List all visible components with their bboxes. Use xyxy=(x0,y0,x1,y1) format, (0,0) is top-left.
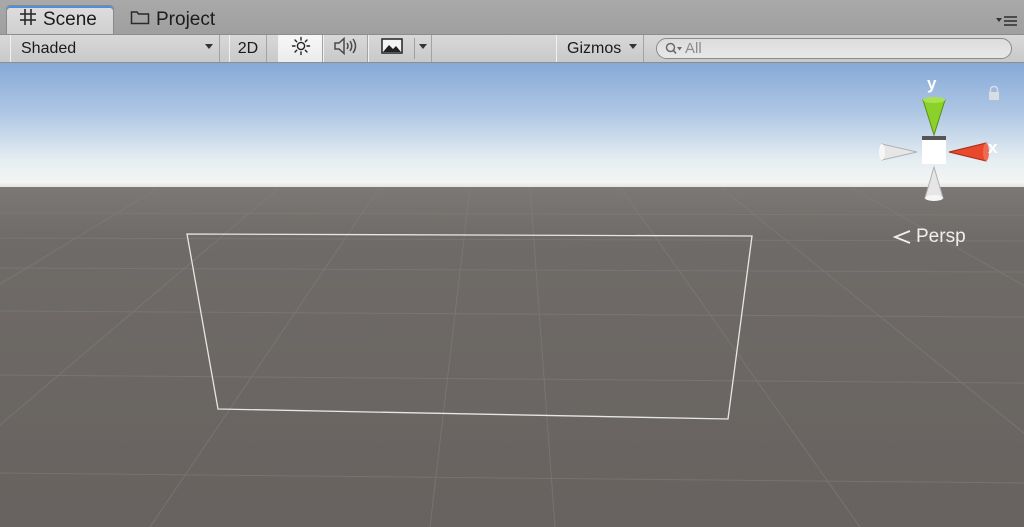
search-input[interactable] xyxy=(685,40,985,57)
search-field[interactable] xyxy=(656,38,1012,59)
gizmos-dropdown[interactable]: Gizmos xyxy=(556,35,644,62)
shading-mode-dropdown[interactable]: Shaded xyxy=(10,35,220,62)
2d-mode-button[interactable]: 2D xyxy=(229,35,267,62)
chevron-down-icon xyxy=(419,44,427,49)
tab-project[interactable]: Project xyxy=(128,5,238,34)
projection-label: Persp xyxy=(916,226,966,247)
shading-mode-label: Shaded xyxy=(21,39,77,57)
sky xyxy=(0,63,1024,203)
tab-project-label: Project xyxy=(156,8,216,30)
folder-icon xyxy=(130,9,150,31)
gizmo-center-cube[interactable] xyxy=(922,140,946,164)
chevron-down-icon xyxy=(205,44,213,49)
neg-y-axis-cone[interactable] xyxy=(924,165,944,199)
speaker-icon xyxy=(333,36,359,61)
grid-icon xyxy=(19,8,37,32)
effects-dropdown[interactable] xyxy=(368,35,432,62)
chevron-down-icon xyxy=(629,44,637,49)
x-axis-label: x xyxy=(988,138,998,157)
neg-x-axis-cone[interactable] xyxy=(881,143,918,161)
tab-scene[interactable]: Scene xyxy=(6,5,114,34)
search-icon xyxy=(665,42,683,56)
gizmos-label: Gizmos xyxy=(567,39,622,57)
scene-window: Scene Project Shaded 2D Gizmos All y x P… xyxy=(0,0,1024,527)
dropdown-divider xyxy=(414,38,415,59)
orientation-gizmo[interactable]: y x xyxy=(876,74,1000,204)
lighting-toggle-button[interactable] xyxy=(278,35,323,62)
scene-viewport[interactable]: y x Persp xyxy=(0,63,1024,527)
tab-scene-label: Scene xyxy=(43,9,97,30)
y-axis-label: y xyxy=(927,74,937,93)
tab-strip: Scene Project xyxy=(0,0,1024,34)
scene-toolbar: Shaded 2D Gizmos All xyxy=(0,34,1024,63)
2d-mode-label: 2D xyxy=(237,39,259,57)
scene-canvas xyxy=(0,63,1024,527)
panel-menu-icon[interactable] xyxy=(996,14,1018,28)
sun-icon xyxy=(291,36,311,61)
projection-toggle[interactable]: Persp xyxy=(892,226,966,248)
x-axis-cone[interactable] xyxy=(948,142,987,162)
y-axis-cone[interactable] xyxy=(922,99,946,137)
audio-toggle-button[interactable] xyxy=(323,35,368,62)
image-icon xyxy=(381,38,403,59)
chevron-left-icon xyxy=(892,229,912,245)
